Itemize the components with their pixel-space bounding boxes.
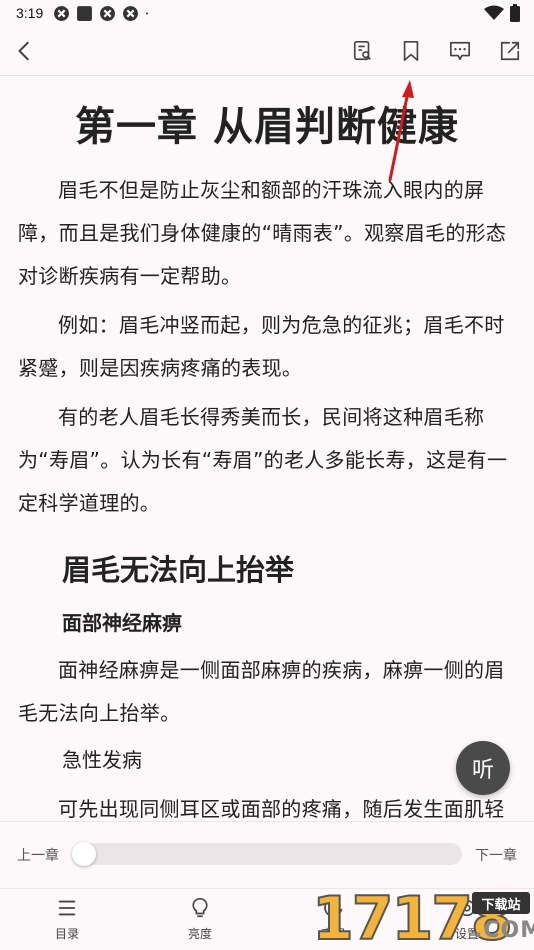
back-button[interactable] — [12, 38, 38, 64]
dot-icon — [146, 12, 149, 14]
share-icon — [500, 41, 520, 61]
tab-brightness[interactable]: 亮度 — [165, 897, 235, 942]
paragraph: 可先出现同侧耳区或面部的疼痛，随后发生面肌轻瘫，后者可进一步进展成为完全性面肌瘫… — [58, 797, 505, 821]
reader-top-bar — [0, 26, 534, 76]
paragraph: 面神经麻痹是一侧面部麻痹的疾病，麻痹一侧的眉毛无法向上抬举。 — [18, 658, 505, 725]
section-title: 眉毛无法向上抬举 — [62, 553, 295, 587]
watermark-badge: 下载站 — [472, 892, 530, 914]
next-chapter-button[interactable]: 下一章 — [475, 845, 517, 865]
tab-label: 亮度 — [187, 927, 212, 941]
reader-content[interactable]: 第一章 从眉判断健康 眉毛不但是防止灰尘和额部的汗珠流入眼内的屏障，而且是我们身… — [0, 77, 534, 821]
progress-slider-handle[interactable] — [72, 842, 96, 866]
sub-title: 面部神经麻痹 — [62, 611, 182, 635]
chapter-progress: 上一章 下一章 — [0, 834, 534, 874]
wifi-icon — [484, 5, 504, 20]
status-system-icons — [484, 4, 520, 22]
listen-button[interactable]: 听 — [456, 741, 510, 795]
comment-button[interactable] — [447, 38, 473, 64]
back-icon — [18, 41, 29, 61]
chapter-title: 第一章 从眉判断健康 — [75, 104, 459, 150]
bookmark-button[interactable] — [398, 38, 424, 64]
share-button[interactable] — [497, 38, 523, 64]
status-time: 3:19 — [16, 5, 44, 21]
app-icon — [54, 5, 70, 21]
comment-icon — [450, 41, 470, 61]
progress-slider[interactable] — [72, 842, 462, 866]
status-notification-icons — [53, 5, 153, 22]
search-in-book-button[interactable] — [350, 38, 376, 64]
square-icon — [77, 5, 93, 21]
bookmark-icon — [403, 41, 419, 61]
paragraph: 例如：眉毛冲竖而起，则为危急的征兆；眉毛不时紧蹙，则是因疾病疼痛的表现。 — [18, 313, 505, 380]
battery-icon — [510, 4, 520, 22]
plain-line: 急性发病 — [62, 748, 142, 772]
app-icon — [100, 5, 116, 21]
status-bar: 3:19 — [0, 0, 534, 26]
tab-catalog[interactable]: 目录 — [32, 897, 102, 942]
prev-chapter-button[interactable]: 上一章 — [17, 845, 59, 865]
paragraph: 眉毛不但是防止灰尘和额部的汗珠流入眼内的屏障，而且是我们身体健康的“晴雨表”。观… — [18, 178, 507, 288]
bulb-icon — [192, 898, 208, 918]
site-watermark: 17178 下载站 .COM — [311, 887, 534, 950]
app-icon — [123, 5, 139, 21]
menu-icon — [58, 900, 76, 916]
tab-label: 目录 — [54, 927, 79, 941]
search-in-book-icon — [353, 41, 371, 61]
watermark-suffix: .COM — [474, 918, 534, 943]
paragraph: 有的老人眉毛长得秀美而长，民间将这种眉毛称为“寿眉”。认为长有“寿眉”的老人多能… — [18, 405, 508, 515]
